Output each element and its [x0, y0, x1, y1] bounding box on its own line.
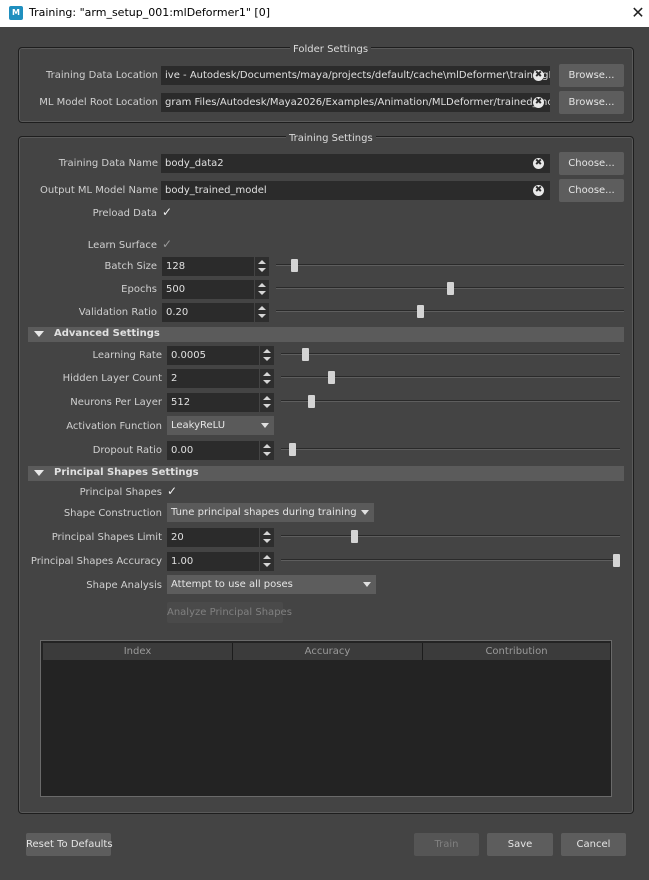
training-data-location-field[interactable]: ive - Autodesk/Documents/maya/projects/d…: [161, 66, 550, 85]
preload-data-checkbox[interactable]: ✓: [162, 206, 174, 218]
dropout-ratio-label: Dropout Ratio: [92, 445, 162, 456]
choose-training-data-button[interactable]: Choose...: [559, 152, 624, 175]
collapse-arrow-icon: [34, 470, 44, 476]
principal-shapes-label: Principal Shapes: [79, 487, 162, 498]
batch-size-slider-handle[interactable]: [290, 259, 298, 272]
save-button[interactable]: Save: [487, 833, 553, 856]
batch-size-label: Batch Size: [104, 261, 157, 272]
ml-model-root-location-label: ML Model Root Location: [39, 97, 158, 108]
dropout-ratio-input[interactable]: 0.00: [167, 441, 259, 460]
principal-shapes-limit-slider-track[interactable]: [281, 535, 620, 537]
browse-ml-model-root-button[interactable]: Browse...: [559, 91, 624, 114]
batch-size-input[interactable]: 128: [162, 257, 254, 276]
learning-rate-slider-track[interactable]: [281, 353, 620, 355]
title-bar: M Training: "arm_setup_001:mlDeformer1" …: [0, 0, 649, 27]
chevron-down-icon: [261, 423, 269, 428]
chevron-down-icon: [361, 510, 369, 515]
principal-shapes-settings-header[interactable]: Principal Shapes Settings: [28, 466, 624, 481]
browse-training-data-button[interactable]: Browse...: [559, 64, 624, 87]
learning-rate-label: Learning Rate: [92, 350, 162, 361]
table-header-contribution[interactable]: Contribution: [423, 643, 610, 660]
principal-shapes-limit-slider-handle[interactable]: [350, 530, 358, 543]
table-header-index[interactable]: Index: [43, 643, 233, 660]
batch-size-stepper[interactable]: [255, 257, 269, 276]
dropout-ratio-stepper[interactable]: [260, 441, 274, 460]
learning-rate-input[interactable]: 0.0005: [167, 346, 259, 365]
dropout-ratio-slider-track[interactable]: [281, 448, 620, 450]
hidden-layer-count-label: Hidden Layer Count: [62, 373, 162, 384]
reset-to-defaults-button[interactable]: Reset To Defaults: [26, 833, 113, 856]
collapse-arrow-icon: [34, 331, 44, 337]
analyze-principal-shapes-button[interactable]: Analyze Principal Shapes: [167, 602, 292, 623]
activation-function-dropdown[interactable]: LeakyReLU: [167, 416, 274, 435]
hidden-layer-count-input[interactable]: 2: [167, 369, 259, 388]
principal-shapes-accuracy-label: Principal Shapes Accuracy: [30, 556, 162, 567]
clear-icon[interactable]: ✖: [533, 158, 544, 169]
advanced-settings-header[interactable]: Advanced Settings: [28, 327, 624, 342]
epochs-stepper[interactable]: [255, 280, 269, 299]
shape-construction-dropdown[interactable]: Tune principal shapes during training: [167, 503, 374, 522]
shape-construction-label: Shape Construction: [63, 508, 162, 519]
output-ml-model-name-field[interactable]: body_trained_model: [161, 181, 550, 200]
principal-shapes-limit-label: Principal Shapes Limit: [51, 532, 162, 543]
principal-shapes-checkbox[interactable]: ✓: [167, 485, 179, 497]
learn-surface-label: Learn Surface: [87, 240, 157, 251]
principal-shapes-accuracy-input[interactable]: 1.00: [167, 552, 259, 571]
window-title: Training: "arm_setup_001:mlDeformer1" [0…: [29, 6, 271, 19]
principal-shapes-accuracy-stepper[interactable]: [260, 552, 274, 571]
training-data-name-label: Training Data Name: [58, 158, 158, 169]
principal-shapes-limit-input[interactable]: 20: [167, 528, 259, 547]
training-data-location-label: Training Data Location: [46, 70, 158, 81]
learning-rate-slider-handle[interactable]: [301, 348, 309, 361]
principal-shapes-accuracy-slider-track[interactable]: [281, 559, 620, 561]
principal-shapes-accuracy-slider-handle[interactable]: [613, 554, 620, 567]
principal-shapes-limit-stepper[interactable]: [260, 528, 274, 547]
activation-function-label: Activation Function: [66, 421, 162, 432]
validation-ratio-slider-track[interactable]: [276, 310, 624, 312]
train-button[interactable]: Train: [414, 833, 479, 856]
learning-rate-stepper[interactable]: [260, 346, 274, 365]
choose-output-model-button[interactable]: Choose...: [559, 179, 624, 202]
shape-analysis-label: Shape Analysis: [86, 580, 162, 591]
shape-analysis-dropdown[interactable]: Attempt to use all poses: [167, 575, 376, 594]
neurons-per-layer-slider-handle[interactable]: [308, 395, 316, 408]
ml-model-root-location-field[interactable]: gram Files/Autodesk/Maya2026/Examples/An…: [161, 93, 550, 112]
training-settings-title: Training Settings: [286, 133, 376, 144]
neurons-per-layer-slider-track[interactable]: [281, 400, 620, 402]
validation-ratio-label: Validation Ratio: [78, 307, 157, 318]
clear-icon[interactable]: ✖: [533, 70, 544, 81]
clear-icon[interactable]: ✖: [533, 97, 544, 108]
batch-size-slider-track[interactable]: [276, 264, 624, 266]
folder-settings-title: Folder Settings: [290, 44, 372, 55]
table-header-accuracy[interactable]: Accuracy: [233, 643, 423, 660]
validation-ratio-stepper[interactable]: [255, 303, 269, 322]
hidden-layer-count-stepper[interactable]: [260, 369, 274, 388]
training-data-name-field[interactable]: body_data2: [161, 154, 550, 173]
learn-surface-checkbox[interactable]: ✓: [162, 238, 174, 250]
advanced-settings-title: Advanced Settings: [54, 328, 160, 339]
principal-shapes-table: Index Accuracy Contribution: [40, 640, 612, 797]
validation-ratio-slider-handle[interactable]: [417, 305, 425, 318]
output-ml-model-name-label: Output ML Model Name: [40, 185, 158, 196]
close-icon[interactable]: ✕: [629, 3, 647, 23]
hidden-layer-count-slider-handle[interactable]: [327, 371, 335, 384]
epochs-label: Epochs: [121, 284, 157, 295]
preload-data-label: Preload Data: [92, 208, 157, 219]
neurons-per-layer-stepper[interactable]: [260, 393, 274, 412]
epochs-slider-handle[interactable]: [447, 282, 455, 295]
epochs-input[interactable]: 500: [162, 280, 254, 299]
dropout-ratio-slider-handle[interactable]: [289, 443, 296, 456]
maya-app-icon: M: [9, 6, 23, 20]
principal-shapes-settings-title: Principal Shapes Settings: [54, 467, 199, 478]
clear-icon[interactable]: ✖: [533, 185, 544, 196]
validation-ratio-input[interactable]: 0.20: [162, 303, 254, 322]
chevron-down-icon: [363, 582, 371, 587]
neurons-per-layer-label: Neurons Per Layer: [70, 397, 162, 408]
neurons-per-layer-input[interactable]: 512: [167, 393, 259, 412]
cancel-button[interactable]: Cancel: [561, 833, 626, 856]
